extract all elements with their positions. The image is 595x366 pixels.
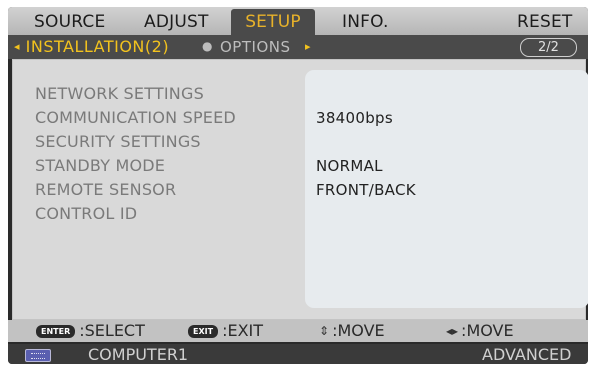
setting-network-settings[interactable]: NETWORK SETTINGS [35, 84, 204, 103]
setting-control-id[interactable]: CONTROL ID [35, 204, 137, 223]
value-communication-speed: 38400bps [316, 109, 393, 127]
help-move-horizontal: ◂▸:MOVE [446, 321, 514, 340]
up-down-arrows-icon: ⇕ [319, 324, 330, 338]
tab-source[interactable]: SOURCE [34, 9, 105, 35]
setting-standby-mode[interactable]: STANDBY MODE [35, 156, 165, 175]
tab-info[interactable]: INFO. [342, 9, 389, 35]
left-right-arrows-icon: ◂▸ [446, 324, 459, 338]
tab-reset[interactable]: RESET [517, 9, 572, 35]
help-select: ENTER:SELECT [36, 321, 145, 340]
subtab-options[interactable]: OPTIONS [220, 38, 291, 56]
help-move-vertical: ⇕:MOVE [319, 321, 385, 340]
subtab-installation-label: INSTALLATION(2) [25, 37, 170, 56]
help-move-horizontal-text: :MOVE [461, 321, 514, 340]
exit-key-icon: EXIT [188, 325, 219, 338]
page-indicator: 2/2 [520, 38, 577, 57]
main-menu-bar: SOURCE ADJUST SETUP INFO. RESET [8, 7, 588, 35]
left-arrow-icon: ◂ [14, 40, 21, 53]
setting-remote-sensor[interactable]: REMOTE SENSOR [35, 180, 176, 199]
enter-key-icon: ENTER [36, 325, 76, 338]
subtab-installation-2[interactable]: ◂ INSTALLATION(2) [14, 37, 169, 56]
help-exit: EXIT:EXIT [188, 321, 263, 340]
tab-adjust[interactable]: ADJUST [144, 9, 209, 35]
current-source: COMPUTER1 [88, 345, 189, 364]
computer-port-icon [25, 349, 51, 362]
tab-setup[interactable]: SETUP [231, 9, 315, 35]
menu-mode: ADVANCED [482, 345, 572, 364]
projector-osd-menu: SOURCE ADJUST SETUP INFO. RESET ◂ INSTAL… [8, 7, 588, 364]
subtab-separator-dot-icon: ● [202, 39, 213, 53]
settings-panel: NETWORK SETTINGS COMMUNICATION SPEED 384… [12, 59, 588, 320]
status-bar: COMPUTER1 ADVANCED [8, 344, 588, 364]
right-arrow-icon: ▸ [305, 40, 311, 53]
value-remote-sensor: FRONT/BACK [316, 181, 416, 199]
help-move-vertical-text: :MOVE [332, 321, 385, 340]
setting-communication-speed[interactable]: COMMUNICATION SPEED [35, 108, 236, 127]
help-bar: ENTER:SELECT EXIT:EXIT ⇕:MOVE ◂▸:MOVE [8, 320, 588, 342]
sub-menu-bar: ◂ INSTALLATION(2) ● OPTIONS ▸ 2/2 [8, 35, 588, 59]
setting-security-settings[interactable]: SECURITY SETTINGS [35, 132, 201, 151]
help-select-text: :SELECT [79, 321, 145, 340]
value-standby-mode: NORMAL [316, 157, 383, 175]
help-exit-text: :EXIT [222, 321, 264, 340]
